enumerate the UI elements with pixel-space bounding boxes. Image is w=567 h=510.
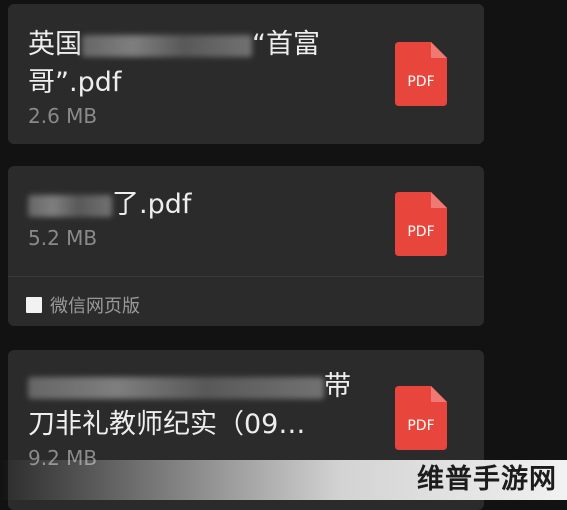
watermark-text: 维普手游网 <box>417 464 557 495</box>
blurred-text <box>28 376 324 399</box>
file-size: 2.6 MB <box>28 104 98 128</box>
pdf-icon-label: PDF <box>407 418 434 434</box>
blurred-text <box>82 34 252 57</box>
file-name-suffix: 了.pdf <box>112 189 192 220</box>
watermark: 维普手游网 <box>0 460 567 500</box>
divider <box>8 276 484 277</box>
file-name: 英国 “首富 哥”.pdf <box>28 26 368 102</box>
file-size: 5.2 MB <box>28 226 98 250</box>
file-message-card[interactable]: 了.pdf 5.2 MB PDF 微信网页版 <box>8 166 484 326</box>
file-source: 微信网页版 <box>26 292 140 318</box>
file-name: 带 刀非礼教师纪实（09… <box>28 368 368 444</box>
wechat-web-icon <box>26 297 42 313</box>
blurred-text <box>28 194 112 217</box>
file-message-card[interactable]: 英国 “首富 哥”.pdf 2.6 MB PDF <box>8 4 484 144</box>
pdf-file-icon: PDF <box>395 42 447 106</box>
pdf-file-icon: PDF <box>395 192 447 256</box>
pdf-icon-label: PDF <box>407 224 434 240</box>
file-name: 了.pdf <box>28 186 368 224</box>
pdf-file-icon: PDF <box>395 386 447 450</box>
pdf-icon-label: PDF <box>407 74 434 90</box>
file-source-label: 微信网页版 <box>50 296 140 317</box>
file-name-prefix: 英国 <box>28 29 82 60</box>
